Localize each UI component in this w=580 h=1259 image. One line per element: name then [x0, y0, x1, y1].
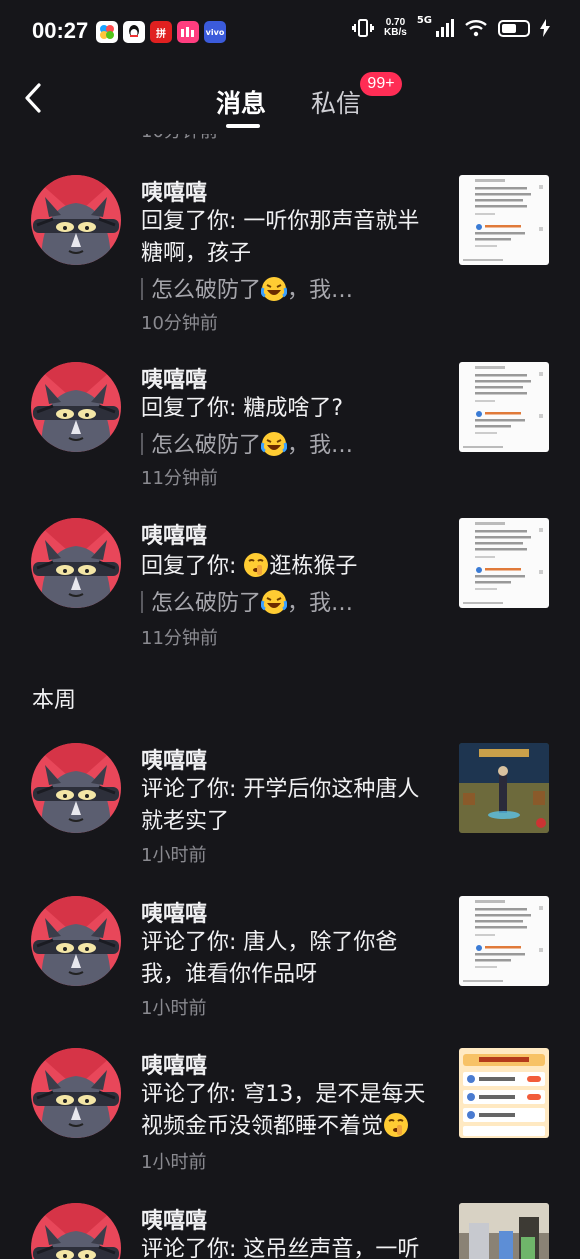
timestamp: 1小时前: [141, 845, 207, 866]
signal-icon: [436, 19, 454, 37]
laughing-crying-emoji-icon: [261, 277, 288, 301]
username[interactable]: 咦嘻嘻: [141, 1203, 207, 1235]
comment-text: 评论了你: 穹13，是不是每天视频金币没领都睡不着觉: [141, 1082, 426, 1139]
reply-text: 回复了你: 逛栋猴子: [141, 553, 358, 579]
quoted-text: 怎么破防了 ，我…: [141, 427, 411, 459]
notification-item[interactable]: 咦嘻嘻 评论了你: 开学后你这种唐人就老实了 1小时前: [0, 743, 580, 866]
tab-dm[interactable]: 私信: [311, 84, 361, 120]
active-tab-indicator: [226, 124, 260, 128]
network-type: 5G: [416, 14, 432, 26]
avatar[interactable]: [31, 175, 121, 265]
shushing-face-emoji-icon: [384, 1113, 409, 1137]
section-header-this-week: 本周: [32, 688, 77, 713]
video-thumbnail[interactable]: [459, 362, 549, 452]
avatar[interactable]: [31, 896, 121, 986]
shushing-face-emoji-icon: [244, 553, 269, 577]
video-thumbnail[interactable]: [459, 518, 549, 608]
chevron-left-icon: [25, 83, 41, 113]
quoted-text: 怎么破防了 ，我…: [141, 272, 411, 304]
quoted-text: 怎么破防了 ，我…: [141, 585, 411, 617]
timestamp: 1小时前: [141, 998, 207, 1019]
tab-messages[interactable]: 消息: [216, 84, 266, 120]
comment-text: 评论了你: 这吊丝声音，一听: [141, 1237, 420, 1259]
status-bar: 00:27 拼 vivo 0.70 KB/s 5G: [0, 0, 580, 62]
vivo-icon: vivo: [204, 21, 226, 43]
video-thumbnail[interactable]: [459, 743, 549, 833]
timestamp: 11分钟前: [141, 468, 218, 489]
video-thumbnail[interactable]: [459, 1203, 549, 1259]
wifi-icon: [465, 20, 487, 37]
timestamp: 1小时前: [141, 1152, 207, 1173]
avatar[interactable]: [31, 1048, 121, 1138]
reply-text: 回复了你: 糖成啥了?: [141, 396, 344, 421]
notification-icons: 拼 vivo: [96, 21, 226, 43]
video-thumbnail[interactable]: [459, 896, 549, 986]
username[interactable]: 咦嘻嘻: [141, 362, 207, 394]
username[interactable]: 咦嘻嘻: [141, 896, 207, 928]
app-icon-pink: [177, 21, 199, 43]
reply-text: 回复了你: 一听你那声音就半糖啊，孩子: [141, 209, 420, 266]
qq-icon: [123, 21, 145, 43]
video-thumbnail[interactable]: [459, 1048, 549, 1138]
laughing-crying-emoji-icon: [261, 432, 288, 456]
timestamp: 10分钟前: [141, 313, 218, 334]
notification-item[interactable]: 咦嘻嘻 评论了你: 这吊丝声音，一听: [0, 1203, 580, 1259]
back-button[interactable]: [18, 80, 48, 116]
pinduoduo-icon: 拼: [150, 21, 172, 43]
notification-item[interactable]: 咦嘻嘻 评论了你: 唐人，除了你爸我，谁看你作品呀 1小时前: [0, 896, 580, 1019]
timestamp: 11分钟前: [141, 628, 218, 649]
notification-item[interactable]: 咦嘻嘻 回复了你: 逛栋猴子 怎么破防了 ，我… 11分钟前: [0, 518, 580, 649]
comment-text: 评论了你: 唐人，除了你爸我，谁看你作品呀: [141, 930, 398, 987]
notification-item[interactable]: 咦嘻嘻 回复了你: 糖成啥了? 怎么破防了 ，我… 11分钟前: [0, 362, 580, 492]
laughing-crying-emoji-icon: [261, 590, 288, 614]
username[interactable]: 咦嘻嘻: [141, 518, 207, 550]
avatar[interactable]: [31, 362, 121, 452]
notification-item[interactable]: 咦嘻嘻 回复了你: 一听你那声音就半糖啊，孩子 怎么破防了 ，我… 10分钟前: [0, 175, 580, 334]
status-indicators: 0.70 KB/s 5G: [352, 14, 550, 38]
username[interactable]: 咦嘻嘻: [141, 743, 207, 775]
avatar[interactable]: [31, 1203, 121, 1259]
dm-unread-badge: 99+: [360, 72, 402, 96]
battery-icon: [498, 19, 530, 37]
charging-icon: [540, 19, 550, 37]
net-speed: 0.70 KB/s: [384, 17, 407, 38]
video-thumbnail[interactable]: [459, 175, 549, 265]
avatar[interactable]: [31, 518, 121, 608]
vibrate-icon: [352, 19, 375, 37]
avatar[interactable]: [31, 743, 121, 833]
status-time: 00:27: [32, 18, 89, 43]
app-icon: [96, 21, 118, 43]
comment-text: 评论了你: 开学后你这种唐人就老实了: [141, 777, 420, 834]
username[interactable]: 咦嘻嘻: [141, 175, 207, 207]
notification-item[interactable]: 咦嘻嘻 评论了你: 穹13，是不是每天视频金币没领都睡不着觉 1小时前: [0, 1048, 580, 1173]
top-nav: 消息 私信 99+: [0, 62, 580, 134]
username[interactable]: 咦嘻嘻: [141, 1048, 207, 1080]
